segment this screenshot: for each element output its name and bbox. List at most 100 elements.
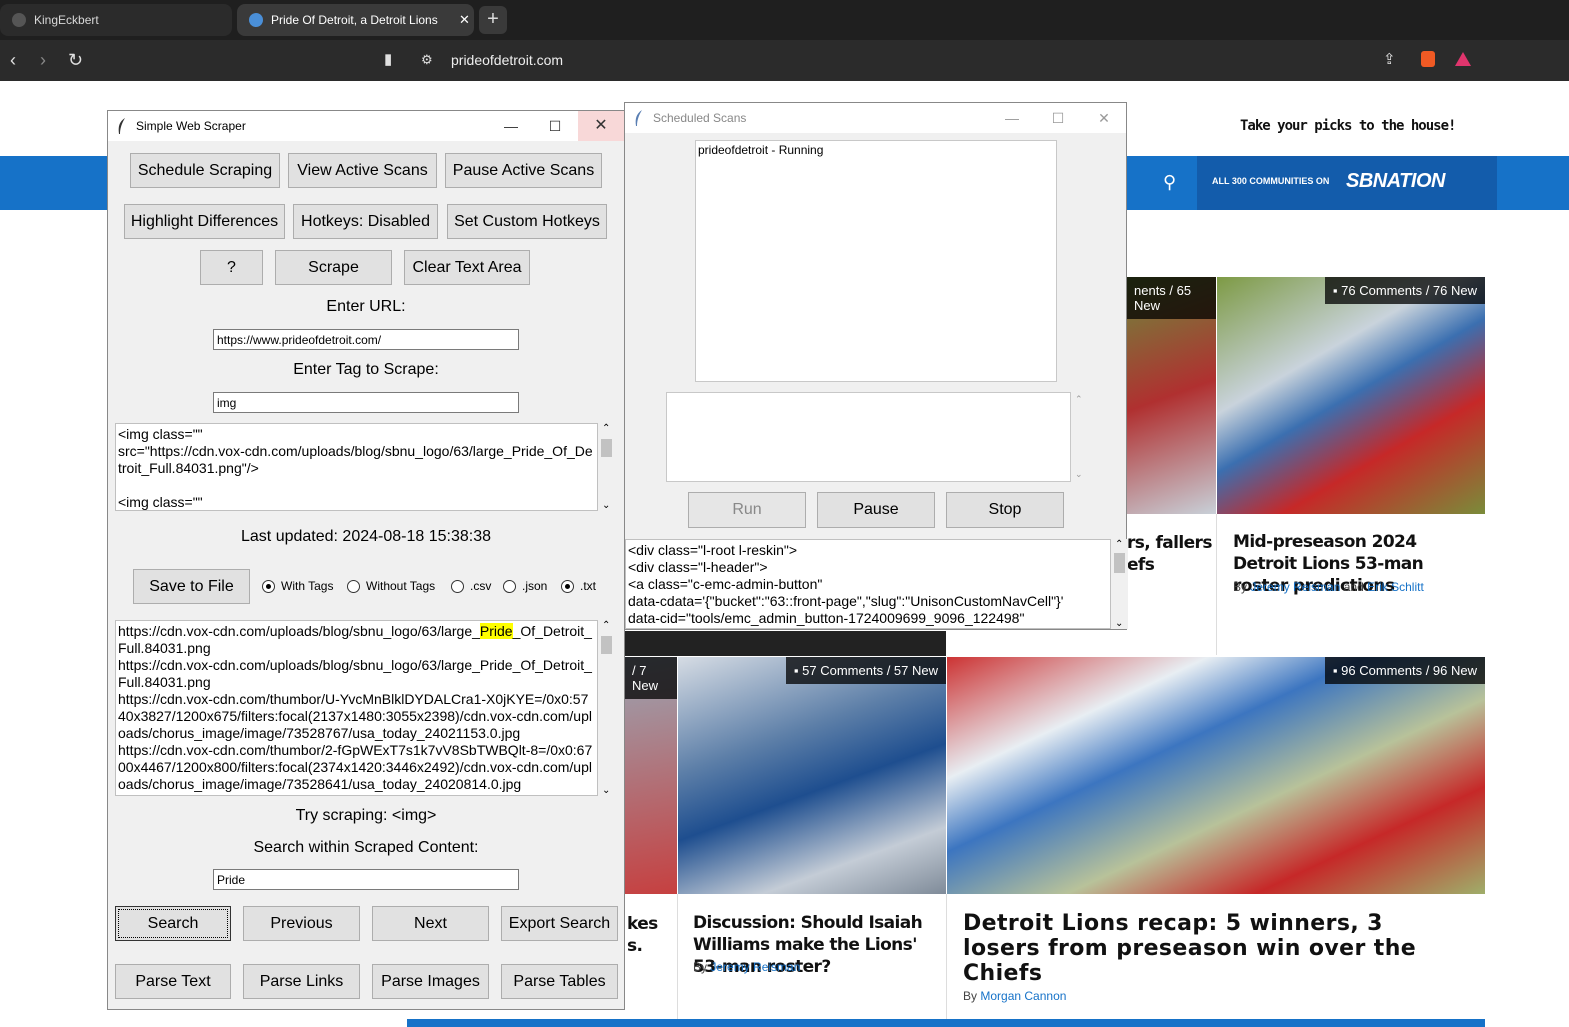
scheduled-scans-window: Scheduled Scans — ☐ ✕ prideofdetroit - R…	[624, 102, 1128, 630]
minimize-icon[interactable]: —	[488, 111, 534, 141]
scrollbar[interactable]: ⌃ ⌄	[598, 620, 615, 796]
reload-icon[interactable]: ↻	[68, 50, 83, 70]
schedule-scraping-button[interactable]: Schedule Scraping	[130, 153, 280, 188]
minimize-icon[interactable]: —	[989, 103, 1035, 133]
card-headline[interactable]: rs, fallers efs	[1127, 532, 1212, 576]
radio-with-tags[interactable]: With Tags	[262, 579, 333, 593]
parse-images-button[interactable]: Parse Images	[372, 964, 489, 999]
comment-count-badge: ▪ 96 Comments / 96 New	[1324, 657, 1485, 684]
comment-count-badge: ▪ 57 Comments / 57 New	[785, 657, 946, 684]
url-text[interactable]: prideofdetroit.com	[451, 52, 563, 68]
scroll-thumb[interactable]	[601, 439, 612, 457]
tag-input[interactable]	[213, 392, 519, 413]
search-icon[interactable]: ⚲	[1163, 172, 1176, 193]
comment-icon: ▪	[1332, 283, 1342, 298]
share-icon[interactable]: ⇪	[1383, 50, 1396, 70]
radio-json[interactable]: .json	[503, 579, 547, 593]
export-search-button[interactable]: Export Search	[501, 906, 618, 941]
author-link[interactable]: Erik Schlitt	[1367, 580, 1424, 594]
previous-button[interactable]: Previous	[243, 906, 360, 941]
bookmark-icon[interactable]: ▮	[384, 50, 392, 70]
card-photo[interactable]: ▪ 76 Comments / 76 New	[1217, 277, 1485, 514]
scroll-up-icon[interactable]: ⌃	[602, 620, 610, 631]
scroll-down-icon[interactable]: ⌄	[602, 785, 610, 796]
clear-text-area-button[interactable]: Clear Text Area	[404, 250, 530, 285]
search-button[interactable]: Search	[115, 906, 231, 941]
search-input[interactable]	[213, 869, 519, 890]
scan-list-item[interactable]: prideofdetroit - Running	[698, 143, 1054, 157]
run-button[interactable]: Run	[688, 492, 806, 528]
sbnation-logo[interactable]: SBNATION	[1346, 170, 1445, 193]
scans-listbox[interactable]: prideofdetroit - Running	[695, 140, 1057, 382]
comment-count-badge: / 7 New	[624, 657, 677, 699]
author-link[interactable]: Morgan Cannon	[980, 989, 1066, 1003]
new-tab-button[interactable]: +	[479, 6, 507, 34]
card-photo[interactable]: / 7 New	[624, 657, 677, 894]
scroll-down-icon[interactable]: ⌄	[602, 500, 610, 511]
pause-active-scans-button[interactable]: Pause Active Scans	[445, 153, 602, 188]
pause-button[interactable]: Pause	[817, 492, 935, 528]
scroll-down-icon[interactable]: ⌄	[1075, 469, 1083, 480]
card-headline[interactable]: kes s.	[627, 913, 658, 957]
scrape-output-text[interactable]: <img class="" src="https://cdn.vox-cdn.c…	[115, 423, 598, 511]
hotkeys-toggle-button[interactable]: Hotkeys: Disabled	[293, 204, 438, 239]
window-titlebar: Simple Web Scraper — ☐ ✕	[108, 111, 624, 141]
maximize-icon[interactable]: ☐	[532, 111, 578, 141]
card-photo-featured[interactable]: ▪ 96 Comments / 96 New	[947, 657, 1485, 894]
scrape-button[interactable]: Scrape	[275, 250, 392, 285]
close-icon[interactable]: ✕	[1081, 103, 1127, 133]
next-button[interactable]: Next	[372, 906, 489, 941]
card-photo[interactable]: ▪ 57 Comments / 57 New	[678, 657, 946, 894]
scrollbar[interactable]: ⌃ ⌄	[1071, 392, 1088, 482]
parse-tables-button[interactable]: Parse Tables	[501, 964, 618, 999]
promo-text[interactable]: Take your picks to the house!	[1240, 118, 1456, 134]
tab-github[interactable]: KingEckbert	[0, 4, 232, 36]
set-custom-hotkeys-button[interactable]: Set Custom Hotkeys	[447, 204, 607, 239]
radio-txt[interactable]: .txt	[561, 579, 596, 593]
maximize-icon[interactable]: ☐	[1035, 103, 1081, 133]
view-active-scans-button[interactable]: View Active Scans	[288, 153, 437, 188]
scroll-up-icon[interactable]: ⌃	[1115, 539, 1123, 550]
scroll-thumb[interactable]	[601, 636, 612, 654]
stop-button[interactable]: Stop	[946, 492, 1064, 528]
scroll-thumb[interactable]	[1114, 553, 1125, 573]
site-settings-icon[interactable]: ⚙	[421, 50, 433, 70]
scrollbar[interactable]: ⌃ ⌄	[1111, 539, 1128, 629]
url-input[interactable]	[213, 329, 519, 350]
scroll-up-icon[interactable]: ⌃	[602, 423, 610, 434]
radio-without-tags[interactable]: Without Tags	[347, 579, 435, 593]
featured-headline[interactable]: Detroit Lions recap: 5 winners, 3 losers…	[963, 911, 1463, 986]
address-bar	[0, 40, 1569, 81]
parse-text-button[interactable]: Parse Text	[115, 964, 231, 999]
github-icon	[12, 13, 26, 27]
last-updated-label: Last updated: 2024-08-18 15:38:38	[241, 528, 491, 545]
scrollbar[interactable]: ⌃ ⌄	[598, 423, 615, 511]
scroll-down-icon[interactable]: ⌄	[1115, 618, 1123, 629]
close-tab-icon[interactable]: ✕	[459, 12, 470, 28]
parse-links-button[interactable]: Parse Links	[243, 964, 360, 999]
save-to-file-button[interactable]: Save to File	[133, 569, 250, 604]
help-button[interactable]: ?	[200, 250, 263, 285]
brave-shield-icon[interactable]	[1421, 51, 1435, 67]
html-preview-text[interactable]: <div class="l-root l-reskin"> <div class…	[625, 539, 1111, 629]
window-titlebar: Scheduled Scans — ☐ ✕	[625, 103, 1126, 133]
search-results-text[interactable]: https://cdn.vox-cdn.com/uploads/blog/sbn…	[115, 620, 598, 796]
author-link[interactable]: Jeremy Reisman	[1250, 580, 1340, 594]
brave-rewards-icon[interactable]	[1455, 52, 1471, 66]
divider	[1216, 514, 1217, 655]
scan-log-text[interactable]	[666, 392, 1071, 482]
tag-label: Enter Tag to Scrape:	[293, 361, 439, 378]
close-icon[interactable]: ✕	[578, 111, 624, 141]
highlight-differences-button[interactable]: Highlight Differences	[124, 204, 285, 239]
card-photo[interactable]: nents / 65 New	[1126, 277, 1216, 514]
radio-csv[interactable]: .csv	[451, 579, 491, 593]
forward-icon[interactable]: ›	[40, 50, 46, 70]
back-icon[interactable]: ‹	[10, 50, 16, 70]
author-link[interactable]: Jeremy Reisman	[710, 960, 800, 974]
tab-pride-of-detroit[interactable]: Pride Of Detroit, a Detroit Lions ✕	[237, 4, 474, 36]
scroll-up-icon[interactable]: ⌃	[1075, 394, 1083, 405]
window-title: Scheduled Scans	[653, 111, 747, 125]
search-label: Search within Scraped Content:	[253, 839, 479, 856]
url-label: Enter URL:	[326, 298, 406, 315]
scraper-window: Simple Web Scraper — ☐ ✕ Schedule Scrapi…	[107, 110, 625, 1010]
